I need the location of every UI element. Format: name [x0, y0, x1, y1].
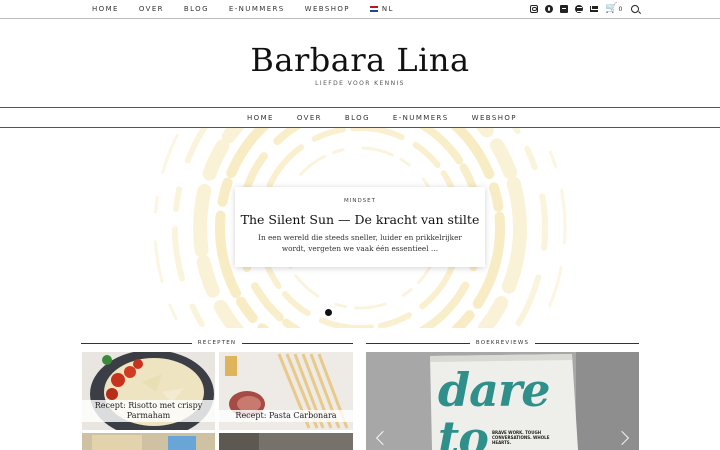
boekreviews-heading-label: BOEKREVIEWS: [475, 340, 530, 346]
search-icon[interactable]: [631, 4, 640, 13]
hero-post-excerpt: In een wereld die steeds sneller, luider…: [258, 233, 462, 253]
instagram-icon[interactable]: [530, 4, 538, 13]
main-nav-e-nummers[interactable]: E-NUMMERS: [393, 114, 449, 122]
cart-count: 0: [618, 6, 623, 13]
language-label: NL: [381, 5, 394, 13]
recipe-tile-risotto[interactable]: Recept: Risotto met crispy Parmaham: [82, 352, 215, 430]
recipe-4-photo: [219, 433, 353, 450]
book-subtitle-text: BRAVE WORK. TOUGH CONVERSATIONS. WHOLE H…: [492, 430, 550, 445]
main-nav-over[interactable]: OVER: [297, 114, 322, 122]
slider-dot-active[interactable]: [325, 309, 332, 316]
hero-post-title[interactable]: The Silent Sun — De kracht van stilte: [235, 212, 485, 227]
site-title[interactable]: Barbara Lina: [0, 41, 720, 79]
recepten-heading-label: RECEPTEN: [197, 340, 237, 346]
top-nav-blog[interactable]: BLOG: [184, 5, 209, 13]
cart-icon[interactable]: 🛒: [605, 3, 617, 13]
top-bar: HOME OVER BLOG E-NUMMERS WEBSHOP NL 🛒 0: [0, 0, 720, 19]
book-review-slide[interactable]: dare to BRAVE WORK. TOUGH CONVERSATIONS.…: [366, 352, 639, 450]
recipe-carbonara-caption[interactable]: Recept: Pasta Carbonara: [219, 410, 353, 422]
top-nav: HOME OVER BLOG E-NUMMERS WEBSHOP NL: [92, 5, 414, 13]
top-nav-e-nummers[interactable]: E-NUMMERS: [229, 5, 285, 13]
main-nav-blog[interactable]: BLOG: [345, 114, 370, 122]
netherlands-flag-icon: [369, 6, 378, 12]
top-nav-home[interactable]: HOME: [92, 5, 119, 13]
main-nav: HOME OVER BLOG E-NUMMERS WEBSHOP: [0, 107, 720, 128]
recipe-3-photo: [82, 433, 215, 450]
recipe-tile-4[interactable]: [219, 433, 353, 450]
recepten-heading: RECEPTEN: [81, 337, 354, 349]
bloglovin-icon[interactable]: [560, 4, 568, 13]
pinterest-icon[interactable]: [545, 4, 553, 13]
top-nav-over[interactable]: OVER: [139, 5, 164, 13]
recipe-tile-carbonara[interactable]: Recept: Pasta Carbonara: [219, 352, 353, 430]
email-icon[interactable]: [590, 6, 598, 12]
boekreviews-heading: BOEKREVIEWS: [366, 337, 639, 349]
site-tagline: LIEFDE VOOR KENNIS: [315, 80, 405, 87]
hero-post-category[interactable]: MINDSET: [235, 198, 485, 204]
main-nav-home[interactable]: HOME: [247, 114, 274, 122]
language-switcher[interactable]: NL: [369, 5, 414, 13]
social-icons: 🛒 0: [530, 3, 640, 13]
recipe-tile-3[interactable]: [82, 433, 215, 450]
recipe-risotto-caption[interactable]: Recept: Risotto met crispy Parmaham: [82, 400, 215, 422]
main-nav-webshop[interactable]: WEBSHOP: [472, 114, 517, 122]
hero-post-card[interactable]: MINDSET The Silent Sun — De kracht van s…: [235, 187, 485, 267]
top-nav-webshop[interactable]: WEBSHOP: [305, 5, 350, 13]
spotify-icon[interactable]: [575, 4, 583, 13]
